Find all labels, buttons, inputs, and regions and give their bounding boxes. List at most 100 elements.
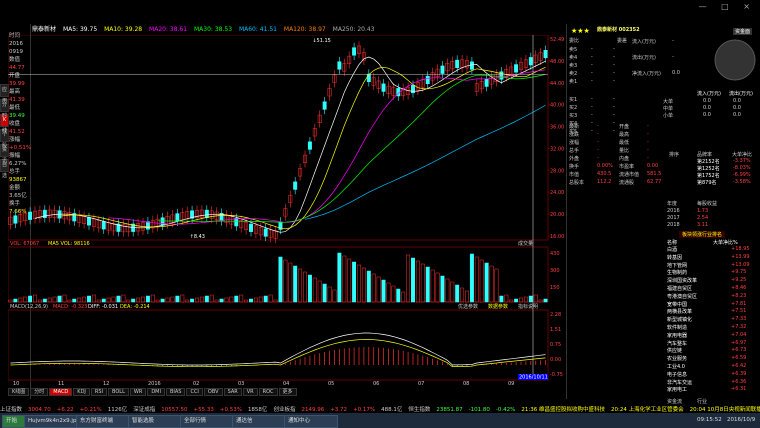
window-controls[interactable]: — □ × bbox=[699, 2, 756, 11]
cell: 最低 bbox=[619, 140, 630, 146]
indicator-tab[interactable]: CCI bbox=[186, 388, 203, 396]
volume-axis-label: 150 bbox=[550, 285, 560, 291]
taskbar-app-4[interactable]: 通达信 bbox=[232, 415, 286, 428]
indicator-tab[interactable]: SAR bbox=[223, 388, 242, 396]
candle-body bbox=[543, 50, 548, 59]
indicator-tab[interactable]: MACD bbox=[49, 388, 73, 396]
volume-bar bbox=[361, 267, 366, 303]
inflow-header: 流入(万元) bbox=[697, 91, 721, 97]
candle-body bbox=[337, 61, 342, 70]
price-axis-label: 48.00 bbox=[550, 59, 564, 65]
indicator-tab[interactable]: VR bbox=[242, 388, 258, 396]
cell: 买2 bbox=[569, 105, 578, 111]
macd-tag[interactable]: 指标说明 bbox=[518, 303, 538, 310]
indicator-tab[interactable]: DMI bbox=[147, 388, 165, 396]
volume-bar bbox=[420, 263, 425, 303]
candle-body bbox=[499, 71, 504, 80]
price-axis-label: 44.00 bbox=[550, 81, 564, 87]
fund-tab[interactable]: 资金面 bbox=[733, 28, 753, 35]
cell: 开盘 bbox=[619, 124, 630, 130]
date-axis-label: 02 bbox=[193, 381, 199, 385]
moving-average-line bbox=[304, 104, 546, 220]
cell: 总手 bbox=[569, 148, 580, 154]
kline-chart[interactable]: 52.49 48.00 44.00 40.00 36.00 32.00 28.00 24.00… bbox=[7, 34, 565, 387]
volume-bar bbox=[87, 295, 91, 303]
cell: - bbox=[591, 62, 593, 68]
cell: +7.04 bbox=[731, 331, 747, 338]
candle-body bbox=[514, 64, 519, 73]
cell: 买1 bbox=[569, 97, 578, 103]
cell: - bbox=[591, 112, 593, 118]
system-date[interactable]: 2016/10/9 bbox=[724, 415, 758, 426]
volume-bar bbox=[116, 295, 121, 303]
start-button[interactable]: 开始 bbox=[2, 415, 26, 428]
cell: +8.23 bbox=[731, 292, 747, 299]
ma20-label: MA20: 38.61 bbox=[149, 26, 188, 33]
volume-bar bbox=[209, 294, 214, 303]
volume-bar bbox=[268, 294, 273, 303]
candle-body bbox=[528, 57, 533, 66]
tab-fund-flow[interactable]: 资金流 bbox=[667, 398, 682, 405]
candle-body bbox=[307, 141, 312, 150]
cell: 中单 bbox=[663, 106, 674, 112]
volume-bar bbox=[77, 297, 82, 303]
volume-bar bbox=[317, 280, 322, 303]
cell: 0.00 bbox=[647, 163, 659, 169]
taskbar-app-1[interactable]: 东方财富终端 bbox=[76, 415, 130, 428]
cell: +9.75 bbox=[731, 269, 747, 276]
cell: 流通市值 bbox=[619, 172, 640, 178]
indicator-tab[interactable]: OBV bbox=[203, 388, 223, 396]
cell: 0.00% bbox=[597, 163, 613, 169]
volume-ma-label: MA5 VOL: 98116 bbox=[48, 241, 90, 247]
cell: 2.54 bbox=[697, 215, 709, 221]
indicator-tab[interactable]: BOLL bbox=[108, 388, 129, 396]
taskbar-app-5[interactable]: 通知中心 bbox=[284, 415, 338, 428]
indicator-tab[interactable]: RSI bbox=[90, 388, 108, 396]
ma30-label: MA30: 38.53 bbox=[193, 26, 233, 33]
volume-bar bbox=[199, 296, 204, 303]
volume-bar bbox=[469, 253, 474, 303]
taskbar-app-0[interactable]: Hujvm9k4n2x9.jp... bbox=[24, 415, 78, 428]
volume-bar bbox=[190, 298, 195, 303]
macd-tag[interactable]: 数据参数 bbox=[488, 303, 508, 310]
cell: - bbox=[672, 54, 674, 60]
cell: -3.37% bbox=[733, 158, 751, 164]
volume-bar bbox=[401, 291, 406, 303]
cell: 涨幅 bbox=[569, 140, 580, 146]
ma60-label: MA60: 41.51 bbox=[238, 26, 277, 33]
taskbar-app-2[interactable]: 智能选股 bbox=[128, 415, 182, 428]
cell: - bbox=[597, 155, 599, 161]
cell: - bbox=[591, 54, 593, 60]
diff-line bbox=[10, 332, 546, 366]
indicator-tab[interactable]: KDJ bbox=[73, 388, 90, 396]
stock-title: 鼎泰新材 002352 bbox=[597, 27, 640, 33]
index-ticker: 上证指数 3004.70 +6.22 +0.21% 1126亿 深证成指 10557.50 +… bbox=[0, 405, 760, 413]
cell: - bbox=[613, 120, 615, 126]
volume-axis-label: 430 bbox=[550, 251, 560, 257]
volume-bar bbox=[303, 271, 307, 303]
macd-tag[interactable]: 优选参数 bbox=[458, 303, 478, 310]
date-axis-label: 06 bbox=[373, 381, 379, 385]
cell: 581.5 bbox=[647, 171, 662, 177]
indicator-tab[interactable]: BIAS bbox=[165, 388, 186, 396]
cell: - bbox=[613, 128, 615, 134]
indicator-tab[interactable]: 分时 bbox=[30, 388, 49, 396]
chart-header: 鼎泰新材 MA5: 39.75 MA10: 39.28 MA20: 38.61 … bbox=[0, 24, 566, 34]
chart-area[interactable]: 52.49 48.00 44.00 40.00 36.00 32.00 28.00 24.00… bbox=[7, 34, 565, 387]
indicator-tab[interactable]: 更多 bbox=[278, 388, 297, 396]
cell: - bbox=[613, 62, 615, 68]
rating-stars: ★★★ bbox=[571, 27, 590, 35]
indicator-tab[interactable]: WR bbox=[129, 388, 147, 396]
taskbar-app-3[interactable]: 全部行情 bbox=[180, 415, 234, 428]
cell: 福建自贸区 bbox=[667, 286, 693, 292]
cell: 0.0 bbox=[733, 98, 741, 104]
cell: 内盘 bbox=[619, 156, 630, 162]
cell: 流出(万元) bbox=[632, 55, 656, 61]
indicator-tab[interactable]: K线图 bbox=[8, 388, 30, 396]
volume-bar bbox=[175, 295, 180, 303]
outflow-header: 流出(万元) bbox=[729, 91, 753, 97]
indicator-tab[interactable]: ROC bbox=[258, 388, 278, 396]
volume-bar bbox=[332, 289, 337, 303]
date-axis-label: 12 bbox=[103, 381, 109, 385]
tab-industry[interactable]: 行业 bbox=[697, 398, 707, 405]
